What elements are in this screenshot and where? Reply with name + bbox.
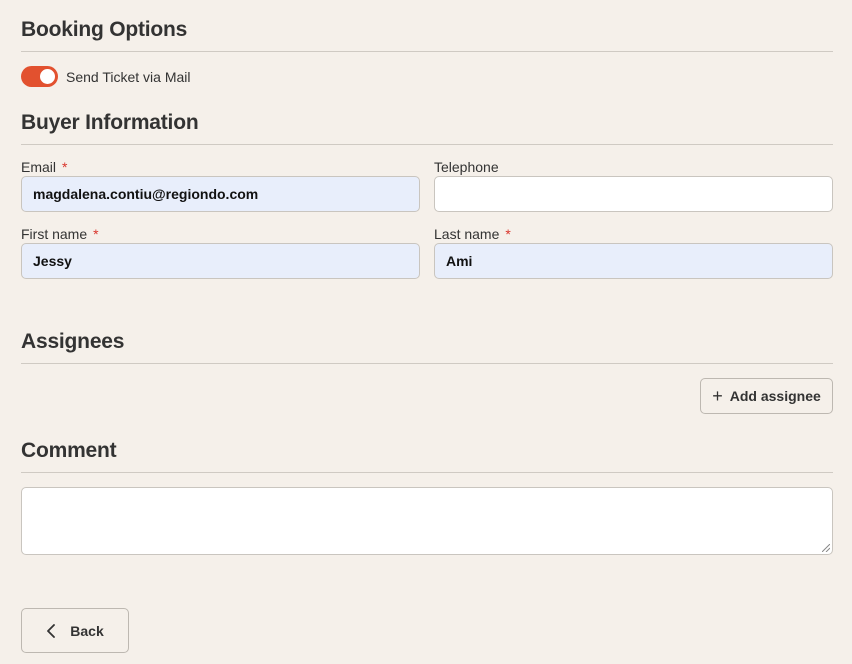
first-name-input[interactable]: Jessy: [21, 243, 420, 279]
comment-title: Comment: [21, 439, 117, 462]
first-name-field-group: First name * Jessy: [21, 224, 420, 279]
plus-icon: +: [712, 386, 723, 406]
resize-handle-icon[interactable]: [822, 544, 830, 552]
add-assignee-button[interactable]: + Add assignee: [700, 378, 833, 414]
telephone-input[interactable]: [434, 176, 833, 212]
first-name-label: First name *: [21, 224, 420, 243]
email-label: Email *: [21, 157, 420, 176]
comment-textarea[interactable]: [21, 487, 833, 555]
booking-options-title: Booking Options: [21, 18, 188, 41]
booking-options-header: Booking Options: [21, 18, 833, 52]
comment-header: Comment: [21, 439, 833, 473]
email-input[interactable]: magdalena.contiu@regiondo.com: [21, 176, 420, 212]
required-mark: *: [505, 225, 511, 242]
email-field-group: Email * magdalena.contiu@regiondo.com: [21, 157, 420, 212]
chevron-left-icon: [47, 623, 56, 638]
first-name-label-text: First name: [21, 225, 88, 242]
required-mark: *: [62, 158, 68, 175]
last-name-label: Last name *: [434, 224, 833, 243]
send-ticket-label: Send Ticket via Mail: [66, 68, 191, 85]
toggle-knob: [40, 69, 55, 84]
buyer-information-header: Buyer Information: [21, 111, 833, 145]
telephone-field-group: Telephone: [434, 157, 833, 212]
add-assignee-label: Add assignee: [729, 388, 821, 404]
last-name-input[interactable]: Ami: [434, 243, 833, 279]
send-ticket-row: Send Ticket via Mail: [21, 66, 191, 87]
last-name-label-text: Last name: [434, 225, 500, 242]
assignees-title: Assignees: [21, 330, 125, 353]
back-button[interactable]: Back: [21, 608, 129, 653]
last-name-field-group: Last name * Ami: [434, 224, 833, 279]
back-label: Back: [70, 622, 104, 639]
send-ticket-toggle[interactable]: [21, 66, 58, 87]
assignees-header: Assignees: [21, 330, 833, 364]
required-mark: *: [93, 225, 99, 242]
buyer-information-title: Buyer Information: [21, 111, 199, 134]
telephone-label-text: Telephone: [434, 158, 499, 175]
telephone-label: Telephone: [434, 157, 833, 176]
email-label-text: Email: [21, 158, 57, 175]
booking-form-page: Booking Options Send Ticket via Mail Buy…: [0, 0, 852, 664]
